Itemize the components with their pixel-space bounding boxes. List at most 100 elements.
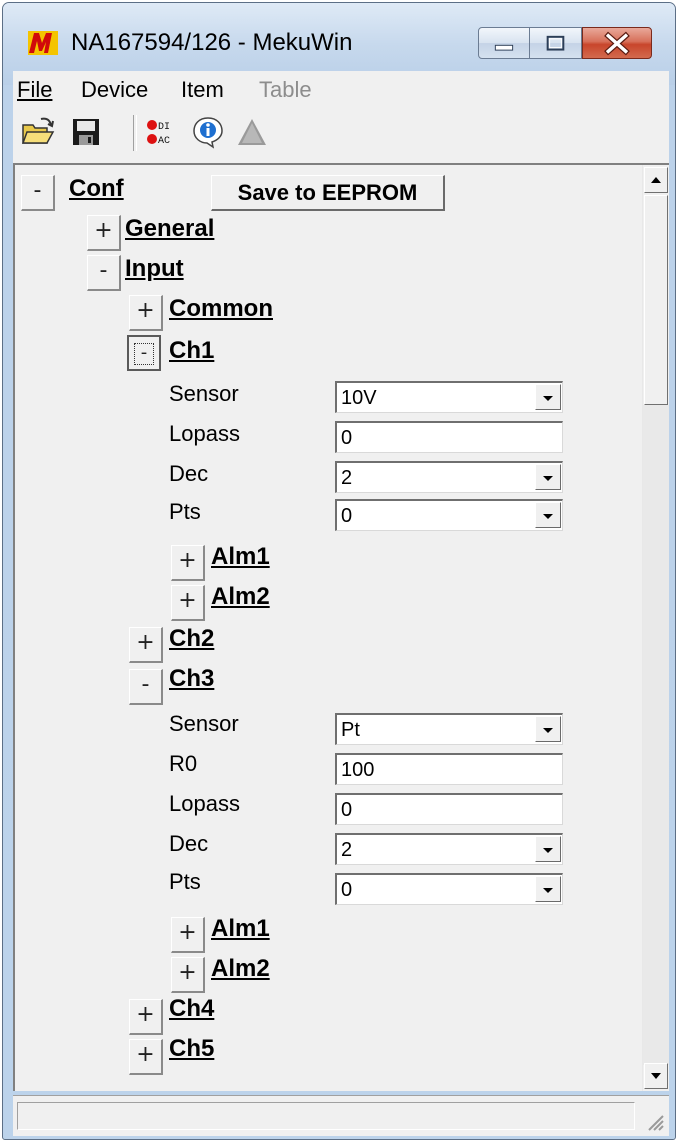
ch1-pts-value: 0 — [341, 505, 353, 527]
ch1-lopass-input[interactable]: 0 — [335, 421, 563, 453]
menu-bar: File Device Item Table — [13, 71, 669, 108]
triangle-icon[interactable] — [235, 115, 269, 149]
menu-item[interactable]: Item — [181, 77, 224, 103]
menu-file[interactable]: File — [17, 77, 52, 103]
tree-node-input[interactable]: Input — [125, 255, 184, 283]
ch1-expander-glyph: - — [134, 343, 154, 365]
ch1-dec-dropdown[interactable] — [535, 464, 561, 490]
ch3-alm1-expander[interactable]: + — [171, 917, 205, 953]
tree-node-ch1-alm2[interactable]: Alm2 — [211, 583, 270, 611]
ch3-dec-select[interactable]: 2 — [335, 833, 563, 865]
status-pane — [17, 1102, 635, 1130]
ch3-sensor-dropdown[interactable] — [535, 716, 561, 742]
maximize-button[interactable] — [530, 27, 582, 59]
close-button[interactable] — [582, 27, 652, 59]
minimize-button[interactable] — [478, 27, 530, 59]
toolbar: DI AC — [13, 107, 669, 164]
tree-node-ch4[interactable]: Ch4 — [169, 995, 214, 1023]
tree-node-ch3-alm1[interactable]: Alm1 — [211, 915, 270, 943]
ch3-expander[interactable]: - — [129, 669, 163, 705]
info-icon[interactable] — [191, 115, 225, 149]
scroll-thumb[interactable] — [644, 195, 668, 405]
menu-device[interactable]: Device — [81, 77, 148, 103]
menu-file-label: File — [17, 77, 53, 102]
scroll-up-button[interactable] — [644, 167, 668, 193]
chevron-down-icon — [543, 514, 553, 519]
save-to-eeprom-button[interactable]: Save to EEPROM — [211, 175, 445, 211]
ch5-expander[interactable]: + — [129, 1039, 163, 1075]
tree-node-general[interactable]: General — [125, 215, 214, 243]
chevron-down-icon — [543, 848, 553, 853]
ch3-sensor-label: Sensor — [169, 711, 239, 736]
ch3-alm2-expander[interactable]: + — [171, 957, 205, 993]
ac-text: AC — [158, 136, 170, 147]
scroll-track[interactable] — [643, 405, 669, 1065]
ch1-sensor-value: 10V — [341, 387, 377, 409]
general-expander[interactable]: + — [87, 215, 121, 251]
ch3-dec-dropdown[interactable] — [535, 836, 561, 862]
toolbar-separator — [133, 115, 137, 151]
ch3-dec-label: Dec — [169, 831, 209, 856]
chevron-down-icon — [543, 476, 553, 481]
save-disk-icon[interactable] — [69, 115, 103, 149]
chevron-down-icon — [543, 888, 553, 893]
ch1-sensor-label: Sensor — [169, 381, 239, 406]
resize-grip-icon[interactable] — [643, 1110, 665, 1132]
tree-node-ch1-alm1[interactable]: Alm1 — [211, 543, 270, 571]
maximize-icon — [546, 35, 565, 51]
ch3-pts-value: 0 — [341, 879, 353, 901]
ch1-lopass-label: Lopass — [169, 421, 240, 446]
menu-table[interactable]: Table — [259, 77, 312, 103]
ch1-alm1-expander[interactable]: + — [171, 545, 205, 581]
ch2-expander[interactable]: + — [129, 627, 163, 663]
ch1-dec-label: Dec — [169, 461, 209, 486]
chevron-up-icon — [651, 177, 661, 183]
ch3-pts-dropdown[interactable] — [535, 876, 561, 902]
ch1-alm2-expander[interactable]: + — [171, 585, 205, 621]
ch3-sensor-select[interactable]: Pt — [335, 713, 563, 745]
app-logo-icon — [28, 31, 58, 55]
config-tree: - Conf Save to EEPROM + General - Input … — [15, 165, 645, 1091]
ch3-r0-input[interactable]: 100 — [335, 753, 563, 785]
di-ac-icon[interactable]: DI AC — [145, 115, 179, 149]
chevron-down-icon — [543, 396, 553, 401]
chevron-down-icon — [651, 1073, 661, 1079]
ch1-pts-select[interactable]: 0 — [335, 499, 563, 531]
ch3-r0-label: R0 — [169, 751, 198, 776]
tree-node-ch5[interactable]: Ch5 — [169, 1035, 214, 1063]
ch1-lopass-value: 0 — [341, 427, 353, 449]
ch3-sensor-value: Pt — [341, 719, 360, 741]
ch3-lopass-value: 0 — [341, 799, 353, 821]
ch1-dec-value: 2 — [341, 467, 353, 489]
status-bar — [13, 1095, 669, 1136]
tree-panel: - Conf Save to EEPROM + General - Input … — [13, 163, 669, 1091]
minimize-icon — [494, 44, 514, 51]
scroll-down-button[interactable] — [644, 1063, 668, 1089]
ch3-dec-value: 2 — [341, 839, 353, 861]
ch1-pts-dropdown[interactable] — [535, 502, 561, 528]
tree-node-ch3-alm2[interactable]: Alm2 — [211, 955, 270, 983]
input-expander[interactable]: - — [87, 255, 121, 291]
ch1-sensor-dropdown[interactable] — [535, 384, 561, 410]
tree-node-ch2[interactable]: Ch2 — [169, 625, 214, 653]
common-expander[interactable]: + — [129, 295, 163, 331]
main-window: NA167594/126 - MekuWin File Device Item … — [2, 2, 676, 1140]
ch3-pts-label: Pts — [169, 869, 201, 894]
ch3-lopass-input[interactable]: 0 — [335, 793, 563, 825]
window-title: NA167594/126 - MekuWin — [71, 29, 353, 56]
tree-node-ch1[interactable]: Ch1 — [169, 337, 214, 365]
ch1-sensor-select[interactable]: 10V — [335, 381, 563, 413]
ch3-lopass-label: Lopass — [169, 791, 240, 816]
ch1-expander[interactable]: - — [127, 335, 161, 371]
ch1-dec-select[interactable]: 2 — [335, 461, 563, 493]
ch3-pts-select[interactable]: 0 — [335, 873, 563, 905]
vertical-scrollbar[interactable] — [642, 165, 669, 1091]
tree-node-common[interactable]: Common — [169, 295, 273, 323]
ch4-expander[interactable]: + — [129, 999, 163, 1035]
tree-node-conf[interactable]: Conf — [69, 175, 124, 203]
di-text: DI — [158, 122, 170, 133]
open-folder-icon[interactable] — [21, 115, 55, 149]
conf-expander[interactable]: - — [21, 175, 55, 211]
ch1-pts-label: Pts — [169, 499, 201, 524]
tree-node-ch3[interactable]: Ch3 — [169, 665, 214, 693]
